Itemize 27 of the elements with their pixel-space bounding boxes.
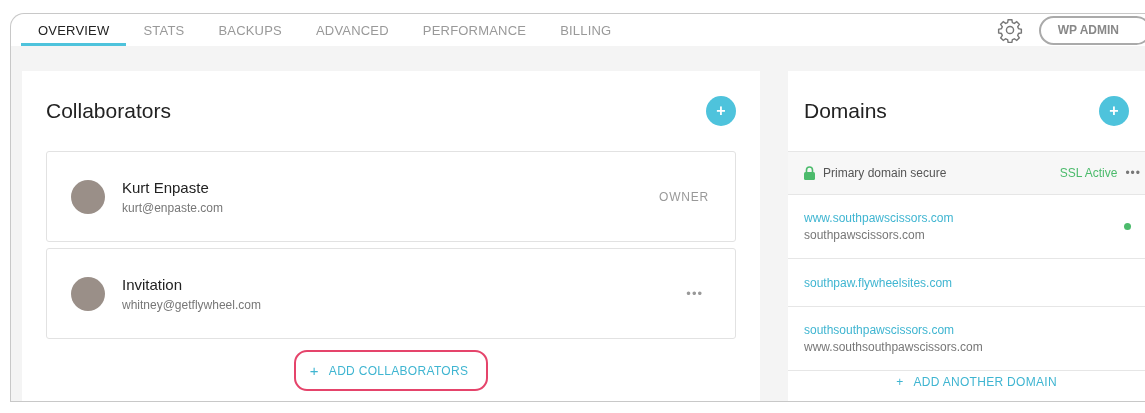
add-collaborator-button[interactable]: +	[706, 96, 736, 126]
add-another-domain-button[interactable]: + ADD ANOTHER DOMAIN	[876, 375, 1057, 389]
collaborator-name: Invitation	[122, 275, 184, 293]
domain-link[interactable]: southpaw.flywheelsites.com	[804, 275, 1131, 290]
tab[interactable]: BILLING	[543, 17, 629, 46]
tab[interactable]: ADVANCED	[298, 17, 406, 46]
tab[interactable]: PERFORMANCE	[405, 17, 544, 46]
tab[interactable]: OVERVIEW	[21, 17, 127, 46]
more-options-button[interactable]: •••	[1125, 166, 1141, 180]
collaborator-name: Kurt Enpaste	[122, 178, 210, 196]
ssl-status: SSL Active	[1059, 166, 1118, 180]
add-collaborators-button[interactable]: + ADD COLLABORATORS	[293, 350, 489, 391]
more-options-button[interactable]: •••	[680, 285, 709, 302]
domain-link[interactable]: www.southpawscissors.com	[804, 211, 1124, 225]
role-label: OWNER	[659, 189, 709, 204]
tab[interactable]: STATS	[126, 17, 202, 46]
domain-alias: www.southsouthpawscissors.com	[804, 340, 984, 354]
card-title: Collaborators	[46, 99, 171, 123]
domain-link[interactable]: southsouthpawscissors.com	[804, 323, 1131, 337]
collaborator-email: whitney@getflywheel.com	[122, 297, 262, 312]
collaborator-email: kurt@enpaste.com	[122, 200, 224, 215]
tab[interactable]: BACKUPS	[201, 17, 299, 46]
primary-domain-label: Primary domain secure	[823, 166, 948, 180]
wp-admin-button[interactable]: WP ADMIN	[1038, 15, 1145, 45]
domain-alias: southpawscissors.com	[804, 228, 926, 242]
add-domain-button[interactable]: +	[1099, 96, 1129, 126]
card-title: Domains	[804, 99, 887, 123]
